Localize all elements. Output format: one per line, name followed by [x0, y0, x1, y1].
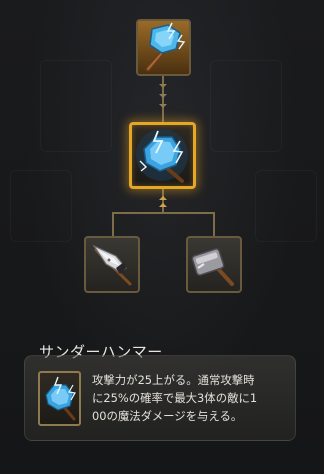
- skill-description: 攻撃力が25上がる。通常攻撃時 に25%の確率で最大3体の敵に1 00の魔法ダメ…: [92, 371, 288, 425]
- lightning-hammer-icon: [138, 21, 189, 74]
- background-decoration: [210, 60, 282, 152]
- background-decoration: [10, 170, 72, 242]
- background-decoration: [40, 60, 112, 152]
- spear-tip-icon: [92, 244, 132, 286]
- tooltip-skill-icon: [38, 371, 81, 426]
- lightning-orb-icon: [136, 129, 188, 183]
- background-decoration: [255, 170, 317, 242]
- description-line: 攻撃力が25上がる。通常攻撃時: [92, 373, 255, 387]
- description-line: に25%の確率で最大3体の敵に1: [92, 391, 258, 405]
- skill-node-branch-right[interactable]: [186, 236, 242, 293]
- lightning-orb-icon: [45, 376, 76, 421]
- steel-hammer-icon: [191, 248, 234, 286]
- skill-node-selected[interactable]: [129, 122, 196, 189]
- skill-node-top[interactable]: [136, 19, 191, 76]
- description-line: 00の魔法ダメージを与える。: [92, 409, 243, 423]
- skill-node-branch-left[interactable]: [84, 236, 140, 293]
